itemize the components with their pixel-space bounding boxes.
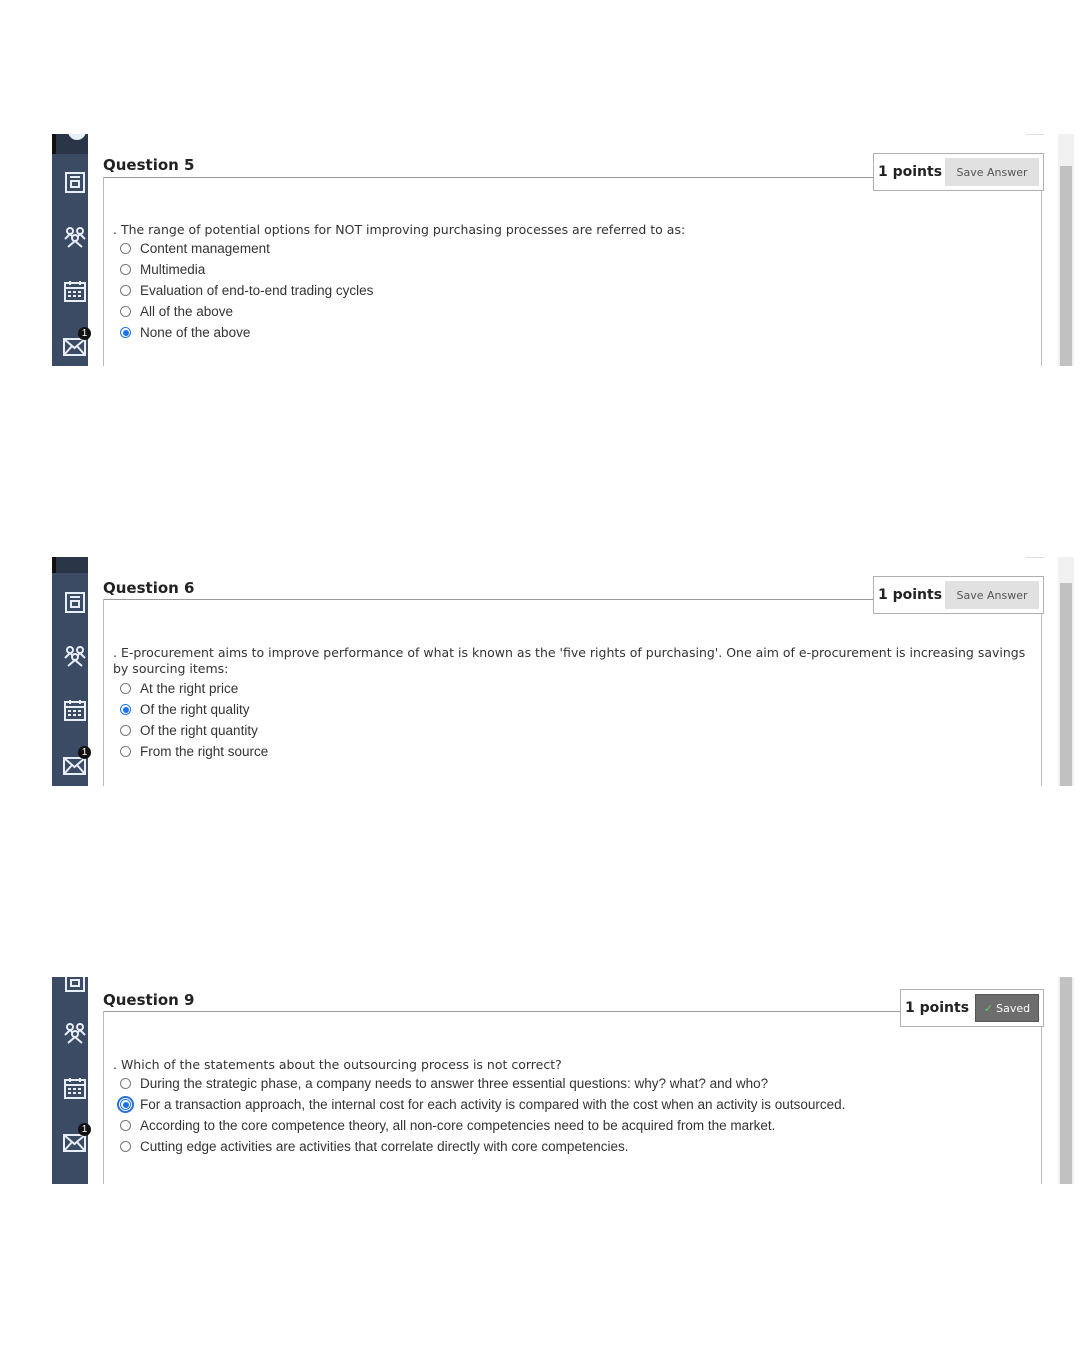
question-prompt: . The range of potential options for NOT… (113, 222, 686, 237)
option-label: Of the right quality (140, 702, 250, 717)
schedule-icon[interactable] (63, 1076, 87, 1100)
mail-badge: 1 (78, 1123, 91, 1136)
title-divider (103, 1011, 900, 1012)
sidebar: 1 (52, 134, 91, 366)
answer-option[interactable]: Content management (120, 238, 373, 259)
answer-option[interactable]: During the strategic phase, a company ne… (120, 1073, 845, 1094)
check-icon: ✓ (983, 1001, 994, 1015)
answer-option[interactable]: Cutting edge activities are activities t… (120, 1136, 845, 1157)
answer-option[interactable]: According to the core competence theory,… (120, 1115, 845, 1136)
answer-option[interactable]: Of the right quality (120, 699, 268, 720)
radio-button-selected[interactable] (120, 327, 131, 338)
question-title: Question 5 (103, 156, 195, 174)
answer-option[interactable]: Multimedia (120, 259, 373, 280)
sidebar-notch (52, 134, 56, 154)
divider (1026, 134, 1044, 135)
question-border (103, 599, 104, 786)
save-answer-button[interactable]: Save Answer (945, 158, 1039, 186)
option-label: Content management (140, 241, 270, 256)
answer-option[interactable]: All of the above (120, 301, 373, 322)
points-box: 1 points Save Answer (873, 576, 1044, 614)
scrollbar[interactable] (1058, 977, 1074, 1184)
radio-button[interactable] (120, 1120, 131, 1131)
question-prompt: . Which of the statements about the outs… (113, 1057, 562, 1072)
answer-option[interactable]: At the right price (120, 678, 268, 699)
radio-button[interactable] (120, 725, 131, 736)
question-border (103, 177, 104, 366)
people-icon[interactable] (63, 644, 87, 668)
calendar-icon[interactable] (63, 977, 87, 993)
option-label: Cutting edge activities are activities t… (140, 1139, 629, 1154)
radio-button[interactable] (120, 285, 131, 296)
answer-option[interactable]: For a transaction approach, the internal… (117, 1094, 846, 1115)
option-label: For a transaction approach, the internal… (140, 1097, 846, 1112)
calendar-icon[interactable] (63, 590, 87, 614)
question-border-right (1041, 614, 1042, 786)
answer-options: During the strategic phase, a company ne… (117, 1073, 846, 1157)
question-border-right (1041, 191, 1042, 366)
people-icon[interactable] (63, 225, 87, 249)
mail-badge: 1 (78, 327, 91, 340)
people-icon[interactable] (63, 1021, 87, 1045)
option-label: Multimedia (140, 262, 206, 277)
radio-button[interactable] (120, 683, 131, 694)
question-border (103, 1011, 104, 1184)
title-divider (103, 599, 873, 600)
schedule-icon[interactable] (63, 698, 87, 722)
title-divider (103, 177, 873, 178)
question-prompt: . E-procurement aims to improve performa… (113, 645, 1026, 676)
answer-option[interactable]: Of the right quantity (120, 720, 268, 741)
radio-button[interactable] (120, 243, 131, 254)
scrollbar-thumb[interactable] (1060, 166, 1072, 366)
option-label: Evaluation of end-to-end trading cycles (140, 283, 374, 298)
sidebar-notch (52, 557, 56, 573)
answer-option[interactable]: From the right source (120, 741, 268, 762)
radio-button[interactable] (120, 264, 131, 275)
points-label: 1 points (905, 1000, 970, 1016)
radio-button-selected[interactable] (117, 1096, 134, 1113)
radio-button-selected[interactable] (120, 704, 131, 715)
divider (1026, 557, 1044, 558)
question-9-panel: 1 Question 9 1 points ✓ Saved . Which of … (52, 977, 1074, 1184)
points-label: 1 points (878, 587, 943, 603)
question-title: Question 9 (103, 991, 195, 1009)
sidebar-topbar (52, 134, 88, 154)
sidebar: 1 (52, 977, 91, 1184)
question-6-panel: 1 Question 6 1 points Save Answer . E-pr… (52, 557, 1074, 786)
sidebar: 1 (52, 557, 91, 786)
calendar-icon[interactable] (63, 170, 87, 194)
answer-option[interactable]: Evaluation of end-to-end trading cycles (120, 280, 373, 301)
option-label: None of the above (140, 325, 251, 340)
sidebar-topbar (52, 557, 88, 573)
points-box: 1 points Save Answer (873, 153, 1044, 191)
option-label: From the right source (140, 744, 269, 759)
scrollbar-thumb[interactable] (1060, 583, 1072, 786)
mail-badge: 1 (78, 746, 91, 759)
option-label: At the right price (140, 681, 239, 696)
saved-button[interactable]: ✓ Saved (975, 994, 1039, 1022)
question-border-right (1041, 1027, 1042, 1184)
points-label: 1 points (878, 164, 943, 180)
radio-button[interactable] (120, 1078, 131, 1089)
radio-button[interactable] (120, 746, 131, 757)
globe-icon[interactable] (68, 134, 86, 140)
question-5-panel: 1 Question 5 1 points Save Answer . The … (52, 134, 1074, 366)
schedule-icon[interactable] (63, 279, 87, 303)
answer-options: At the right price Of the right quality … (120, 678, 268, 762)
answer-option[interactable]: None of the above (120, 322, 373, 343)
radio-button[interactable] (120, 306, 131, 317)
scrollbar[interactable] (1058, 557, 1074, 786)
answer-options: Content management Multimedia Evaluation… (120, 238, 373, 343)
scrollbar[interactable] (1058, 134, 1074, 366)
points-box: 1 points ✓ Saved (900, 989, 1044, 1027)
save-answer-button[interactable]: Save Answer (945, 581, 1039, 609)
option-label: Of the right quantity (140, 723, 258, 738)
radio-button[interactable] (120, 1141, 131, 1152)
option-label: According to the core competence theory,… (140, 1118, 776, 1133)
saved-label: Saved (996, 1001, 1031, 1015)
option-label: All of the above (140, 304, 234, 319)
scrollbar-thumb[interactable] (1060, 977, 1072, 1184)
option-label: During the strategic phase, a company ne… (140, 1076, 769, 1091)
question-title: Question 6 (103, 579, 195, 597)
